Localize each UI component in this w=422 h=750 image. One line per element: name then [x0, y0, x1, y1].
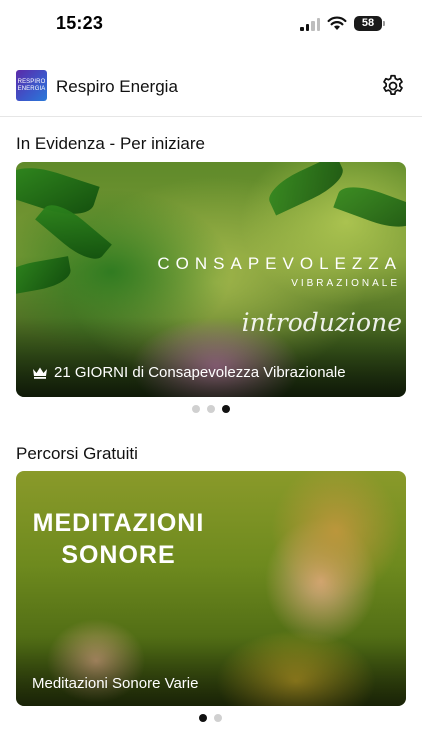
- free-card-caption: Meditazioni Sonore Varie: [32, 675, 199, 692]
- status-time: 15:23: [56, 13, 104, 33]
- featured-subheadline: VIBRAZIONALE: [291, 278, 400, 289]
- leaf-decoration: [16, 256, 73, 296]
- wifi-icon: [327, 16, 347, 30]
- free-card-headline-line-1: MEDITAZIONI: [32, 509, 205, 537]
- free-paths-pager[interactable]: [199, 714, 223, 722]
- app-logo: RESPIRO ENERGIA: [16, 70, 47, 101]
- featured-headline: CONSAPEVOLEZZA: [157, 254, 402, 273]
- pager-dot[interactable]: [192, 405, 200, 413]
- featured-script-text: introduzione: [241, 308, 402, 337]
- pager-dot[interactable]: [214, 714, 222, 722]
- featured-card-caption: 21 GIORNI di Consapevolezza Vibrazionale: [54, 364, 346, 381]
- status-bar: 15:23 58: [0, 0, 422, 50]
- pager-dot-active[interactable]: [199, 714, 207, 722]
- featured-pager[interactable]: [192, 405, 232, 413]
- app-title: Respiro Energia: [56, 77, 178, 96]
- crown-icon: [33, 367, 47, 379]
- leaf-decoration: [333, 179, 406, 235]
- free-paths-card[interactable]: MEDITAZIONI SONORE Meditazioni Sonore Va…: [16, 471, 406, 706]
- pager-dot[interactable]: [207, 405, 215, 413]
- battery-icon: 58: [354, 16, 385, 31]
- free-card-headline-line-2: SONORE: [61, 541, 176, 569]
- battery-level: 58: [361, 17, 375, 29]
- featured-card[interactable]: CONSAPEVOLEZZA VIBRAZIONALE introduzione…: [16, 162, 406, 397]
- section-title-free-paths: Percorsi Gratuiti: [16, 444, 138, 463]
- app-header: RESPIRO ENERGIA Respiro Energia: [0, 60, 422, 117]
- logo-line-2: ENERGIA: [17, 86, 46, 92]
- signal-icon: [300, 18, 322, 31]
- image-shade: [16, 636, 406, 706]
- section-title-featured: In Evidenza - Per iniziare: [16, 134, 205, 153]
- gear-icon[interactable]: [380, 73, 406, 99]
- logo-line-1: RESPIRO: [17, 79, 46, 85]
- pager-dot-active[interactable]: [222, 405, 230, 413]
